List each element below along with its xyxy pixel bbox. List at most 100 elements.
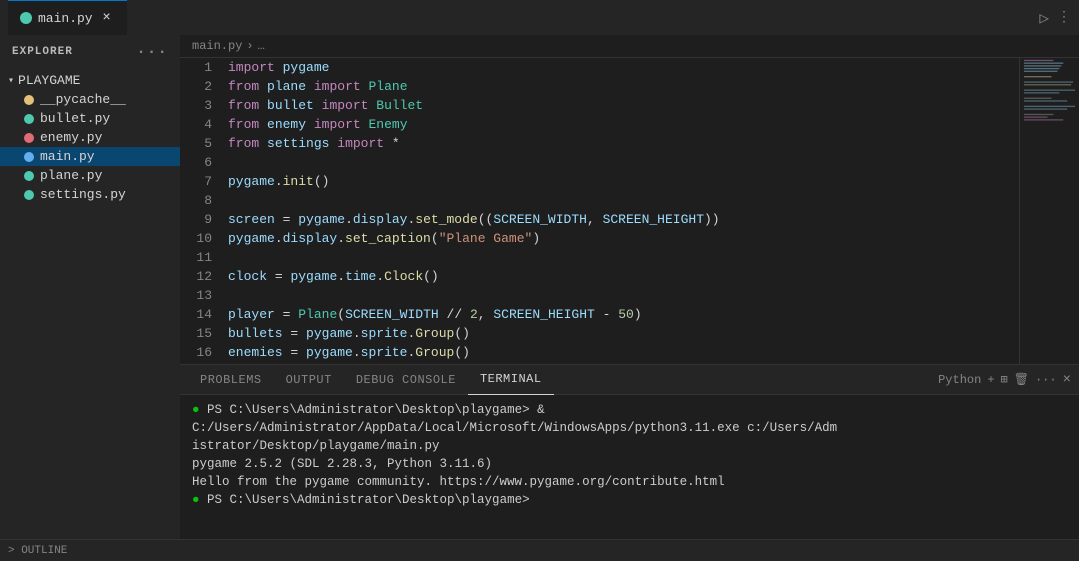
sidebar-header: Explorer ··· [0,35,180,69]
panel-tab-right: Python + ⊞ 🗑 ··· × [938,372,1071,388]
sidebar-file-bullet-py[interactable]: bullet.py [0,109,180,128]
line-number: 14 [180,305,212,324]
line-number: 11 [180,248,212,267]
file-dot-icon [24,171,34,181]
line-number: 1 [180,58,212,77]
code-line [228,153,1019,172]
prompt-dot-icon: ● [192,493,207,507]
more-terminal-button[interactable]: ··· [1035,373,1057,387]
code-line: player = Plane(SCREEN_WIDTH // 2, SCREEN… [228,305,1019,324]
title-bar: main.py × ▷ ⋮ [0,0,1079,35]
main-area: Explorer ··· ▾ PLAYGAME __pycache__bulle… [0,35,1079,539]
code-line: screen = pygame.display.set_mode((SCREEN… [228,210,1019,229]
playgame-section-header[interactable]: ▾ PLAYGAME [0,71,180,90]
file-dot-icon [24,114,34,124]
panel-tabs-list: PROBLEMSOUTPUTDEBUG CONSOLETERMINAL [188,365,554,395]
code-line: from settings import * [228,134,1019,153]
title-bar-controls: ▷ ⋮ [1039,8,1071,28]
line-number: 3 [180,96,212,115]
breadcrumb-more: … [258,39,265,53]
panel-tab-terminal[interactable]: TERMINAL [468,365,554,395]
prompt-dot-icon: ● [192,403,207,417]
code-line: from enemy import Enemy [228,115,1019,134]
split-terminal-button[interactable]: ⊞ [1001,372,1008,387]
file-dot-icon [24,133,34,143]
run-icon[interactable]: ▷ [1039,8,1049,28]
terminal-line: ● PS C:\Users\Administrator\Desktop\play… [192,491,1067,509]
code-line: enemies = pygame.sprite.Group() [228,343,1019,362]
line-number: 16 [180,343,212,362]
breadcrumb-file: main.py [192,39,242,53]
code-content[interactable]: import pygamefrom plane import Planefrom… [220,58,1019,364]
line-number: 12 [180,267,212,286]
line-number: 10 [180,229,212,248]
sidebar-file-__pycache__[interactable]: __pycache__ [0,90,180,109]
sidebar-file-main-py[interactable]: main.py [0,147,180,166]
line-number: 2 [180,77,212,96]
python-label: Python [938,373,981,387]
section-label: PLAYGAME [18,73,80,88]
file-dot-icon [24,152,34,162]
line-numbers: 1234567891011121314151617181920 [180,58,220,364]
code-line: from bullet import Bullet [228,96,1019,115]
sidebar-file-enemy-py[interactable]: enemy.py [0,128,180,147]
editor-area: main.py › … 1234567891011121314151617181… [180,35,1079,539]
tab-close-button[interactable]: × [99,10,115,26]
outline-label: > OUTLINE [8,545,67,557]
line-number: 7 [180,172,212,191]
sidebar-file-settings-py[interactable]: settings.py [0,185,180,204]
file-label: plane.py [40,168,102,183]
editor-tab[interactable]: main.py × [8,0,127,35]
terminal-line: pygame 2.5.2 (SDL 2.28.3, Python 3.11.6) [192,455,1067,473]
terminal-line: ● PS C:\Users\Administrator\Desktop\play… [192,401,1067,437]
python-file-icon [20,12,32,24]
file-label: main.py [40,149,95,164]
code-line: pygame.display.set_caption("Plane Game") [228,229,1019,248]
panel-tab-problems[interactable]: PROBLEMS [188,365,274,395]
code-line [228,191,1019,210]
breadcrumb: main.py › … [180,35,1079,58]
sidebar-file-plane-py[interactable]: plane.py [0,166,180,185]
code-line: clock = pygame.time.Clock() [228,267,1019,286]
explorer-label: Explorer [12,46,73,58]
file-label: bullet.py [40,111,110,126]
panel-tab-output[interactable]: OUTPUT [274,365,344,395]
sidebar-more-button[interactable]: ··· [136,43,168,61]
terminal-panel: PROBLEMSOUTPUTDEBUG CONSOLETERMINAL Pyth… [180,364,1079,539]
section-chevron: ▾ [8,75,14,87]
line-number: 5 [180,134,212,153]
code-line: from plane import Plane [228,77,1019,96]
panel-tab-debug-console[interactable]: DEBUG CONSOLE [344,365,468,395]
split-icon[interactable]: ⋮ [1057,9,1071,26]
file-dot-icon [24,190,34,200]
minimap [1019,58,1079,364]
terminal-line: istrator/Desktop/playgame/main.py [192,437,1067,455]
line-number: 13 [180,286,212,305]
sidebar: Explorer ··· ▾ PLAYGAME __pycache__bulle… [0,35,180,539]
code-line: import pygame [228,58,1019,77]
file-list: __pycache__ bullet.py enemy.py main.py plane… [0,90,180,204]
code-line: bullets = pygame.sprite.Group() [228,324,1019,343]
file-label: enemy.py [40,130,102,145]
code-editor: 1234567891011121314151617181920 import p… [180,58,1079,364]
line-number: 9 [180,210,212,229]
sidebar-section: ▾ PLAYGAME __pycache__ bullet.py enemy.py m… [0,69,180,206]
code-line: pygame.init() [228,172,1019,191]
line-number: 15 [180,324,212,343]
panel-tabs: PROBLEMSOUTPUTDEBUG CONSOLETERMINAL Pyth… [180,365,1079,395]
trash-terminal-button[interactable]: 🗑 [1014,372,1029,387]
line-number: 8 [180,191,212,210]
add-terminal-button[interactable]: + [987,373,994,387]
tab-label: main.py [38,11,93,26]
breadcrumb-sep: › [246,39,253,53]
terminal-content[interactable]: ● PS C:\Users\Administrator\Desktop\play… [180,395,1079,539]
code-line [228,248,1019,267]
file-label: __pycache__ [40,92,126,107]
close-terminal-button[interactable]: × [1063,372,1071,388]
outline-bar[interactable]: > OUTLINE [0,539,1079,561]
file-dot-icon [24,95,34,105]
line-number: 4 [180,115,212,134]
file-label: settings.py [40,187,126,202]
line-number: 6 [180,153,212,172]
code-line [228,286,1019,305]
